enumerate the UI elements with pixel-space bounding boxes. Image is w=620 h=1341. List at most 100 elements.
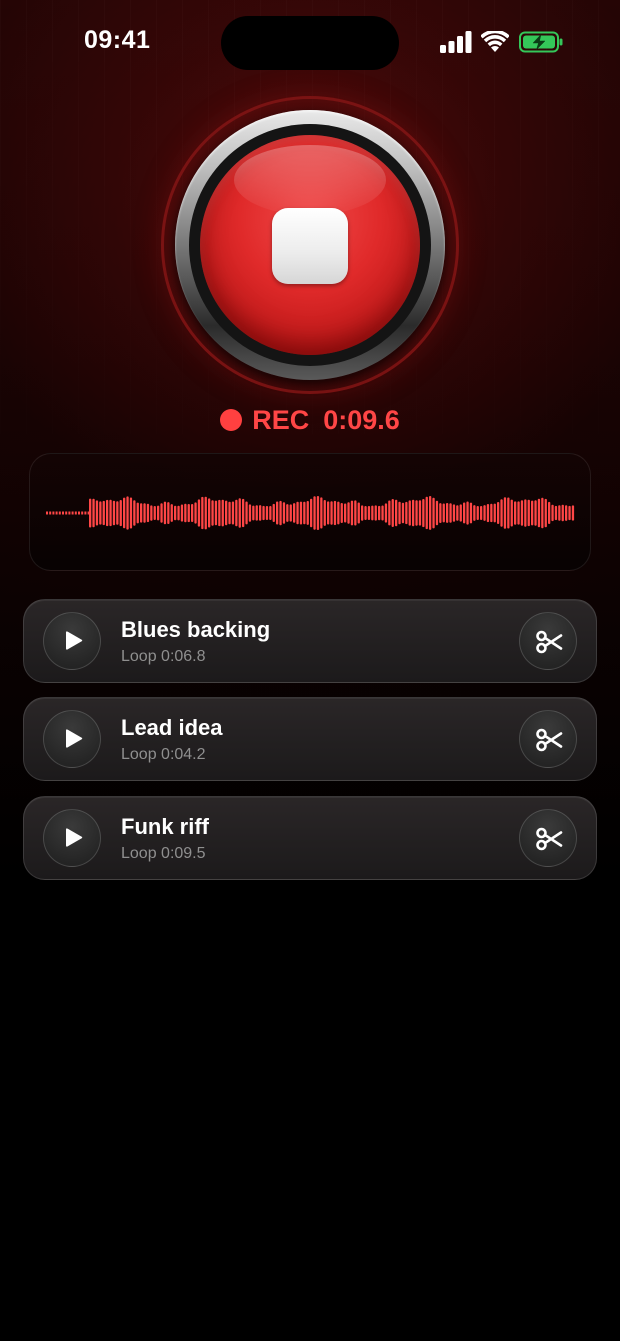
waveform-bar xyxy=(429,496,432,530)
waveform-bar xyxy=(405,501,408,525)
waveform-bar xyxy=(357,502,360,524)
waveform-bar xyxy=(259,505,262,521)
waveform-bar xyxy=(350,500,354,526)
waveform-bar xyxy=(493,503,496,523)
waveform-bar xyxy=(49,511,52,515)
waveform-bar xyxy=(340,503,343,523)
waveform-bar xyxy=(337,501,340,525)
loop-item: Blues backing Loop 0:06.8 xyxy=(23,599,597,683)
stop-icon xyxy=(272,208,348,284)
waveform-graph xyxy=(46,496,575,530)
waveform-bar xyxy=(313,496,316,530)
waveform-bar xyxy=(187,504,190,523)
scissors-icon xyxy=(536,827,563,851)
waveform-bar xyxy=(221,499,224,527)
play-icon xyxy=(66,631,83,650)
waveform-bar xyxy=(143,503,146,523)
play-loop-button[interactable] xyxy=(43,809,101,867)
waveform-bar xyxy=(265,506,269,520)
recording-dot-icon xyxy=(220,409,243,431)
waveform-bar xyxy=(388,500,391,526)
waveform-bar xyxy=(367,506,371,520)
waveform-bar xyxy=(391,499,394,527)
waveform-bar xyxy=(65,511,68,515)
waveform-bar xyxy=(554,505,558,521)
waveform-bar xyxy=(126,496,129,530)
waveform-bar xyxy=(282,502,286,524)
waveform-bar xyxy=(289,504,292,522)
signal-icon xyxy=(440,31,472,53)
waveform-bar xyxy=(184,503,187,523)
waveform-bar xyxy=(123,497,126,529)
waveform-bar xyxy=(46,511,48,515)
scissors-icon xyxy=(536,630,563,654)
play-loop-button[interactable] xyxy=(43,612,101,670)
stop-recording-button[interactable] xyxy=(200,135,420,355)
waveform-bar xyxy=(242,498,245,528)
waveform-bar xyxy=(442,503,445,523)
waveform-bar xyxy=(201,496,204,530)
loop-title: Blues backing xyxy=(121,617,271,642)
waveform-bar xyxy=(163,501,167,525)
waveform-bar xyxy=(99,501,102,525)
waveform-bar xyxy=(514,501,517,525)
waveform-bar xyxy=(211,500,214,526)
recording-state-label: REC xyxy=(252,404,310,435)
trim-loop-button[interactable] xyxy=(519,809,577,867)
waveform-bar xyxy=(517,501,520,525)
waveform-bar xyxy=(354,500,357,526)
waveform-bar xyxy=(486,504,490,523)
waveform-bar xyxy=(558,505,561,521)
waveform-bar xyxy=(272,503,275,522)
waveform-bar xyxy=(228,501,231,525)
waveform-bar xyxy=(238,498,241,528)
waveform-bar xyxy=(531,500,534,526)
status-icons xyxy=(440,30,564,54)
waveform-bar xyxy=(435,500,439,526)
waveform-bar xyxy=(276,501,279,525)
waveform-bar xyxy=(401,502,405,524)
waveform-bar xyxy=(534,500,537,526)
waveform-bar xyxy=(55,511,58,515)
waveform-panel xyxy=(29,453,591,571)
loop-title: Lead idea xyxy=(121,715,223,740)
waveform-bar xyxy=(136,502,139,524)
waveform-bar xyxy=(425,496,428,530)
recording-elapsed-time: 0:09.6 xyxy=(323,404,400,435)
waveform-bar xyxy=(571,505,575,521)
waveform-bar xyxy=(378,505,381,521)
waveform-bar xyxy=(344,503,347,523)
battery-charging-icon xyxy=(519,31,563,53)
waveform-bar xyxy=(456,505,459,521)
waveform-bar xyxy=(361,505,364,521)
trim-loop-button[interactable] xyxy=(519,710,577,768)
waveform-bar xyxy=(170,504,173,522)
waveform-bar xyxy=(160,503,163,523)
waveform-bar xyxy=(303,501,306,525)
waveform-bar xyxy=(480,506,483,520)
play-loop-button[interactable] xyxy=(43,710,101,768)
trim-loop-button[interactable] xyxy=(519,612,577,670)
waveform-bar xyxy=(153,506,156,520)
waveform-bar xyxy=(133,500,136,526)
waveform-bar xyxy=(146,503,150,523)
waveform-bar xyxy=(252,505,255,521)
waveform-bar xyxy=(109,499,112,527)
waveform-bar xyxy=(208,498,211,528)
waveform-bar xyxy=(398,501,401,525)
loop-duration: Loop 0:04.2 xyxy=(121,746,206,763)
waveform-bar xyxy=(483,505,486,521)
waveform-bar xyxy=(561,504,564,522)
waveform-bar xyxy=(174,505,177,521)
waveform-bar xyxy=(286,504,289,522)
waveform-bar xyxy=(439,503,442,523)
waveform-bar xyxy=(449,503,452,523)
waveform-bar xyxy=(371,505,374,521)
waveform-bar xyxy=(58,511,61,515)
status-time: 09:41 xyxy=(84,26,151,54)
waveform-bar xyxy=(422,499,425,528)
waveform-bar xyxy=(452,504,456,522)
waveform-bar xyxy=(459,504,462,522)
waveform-bar xyxy=(116,501,119,525)
play-icon xyxy=(66,729,83,748)
